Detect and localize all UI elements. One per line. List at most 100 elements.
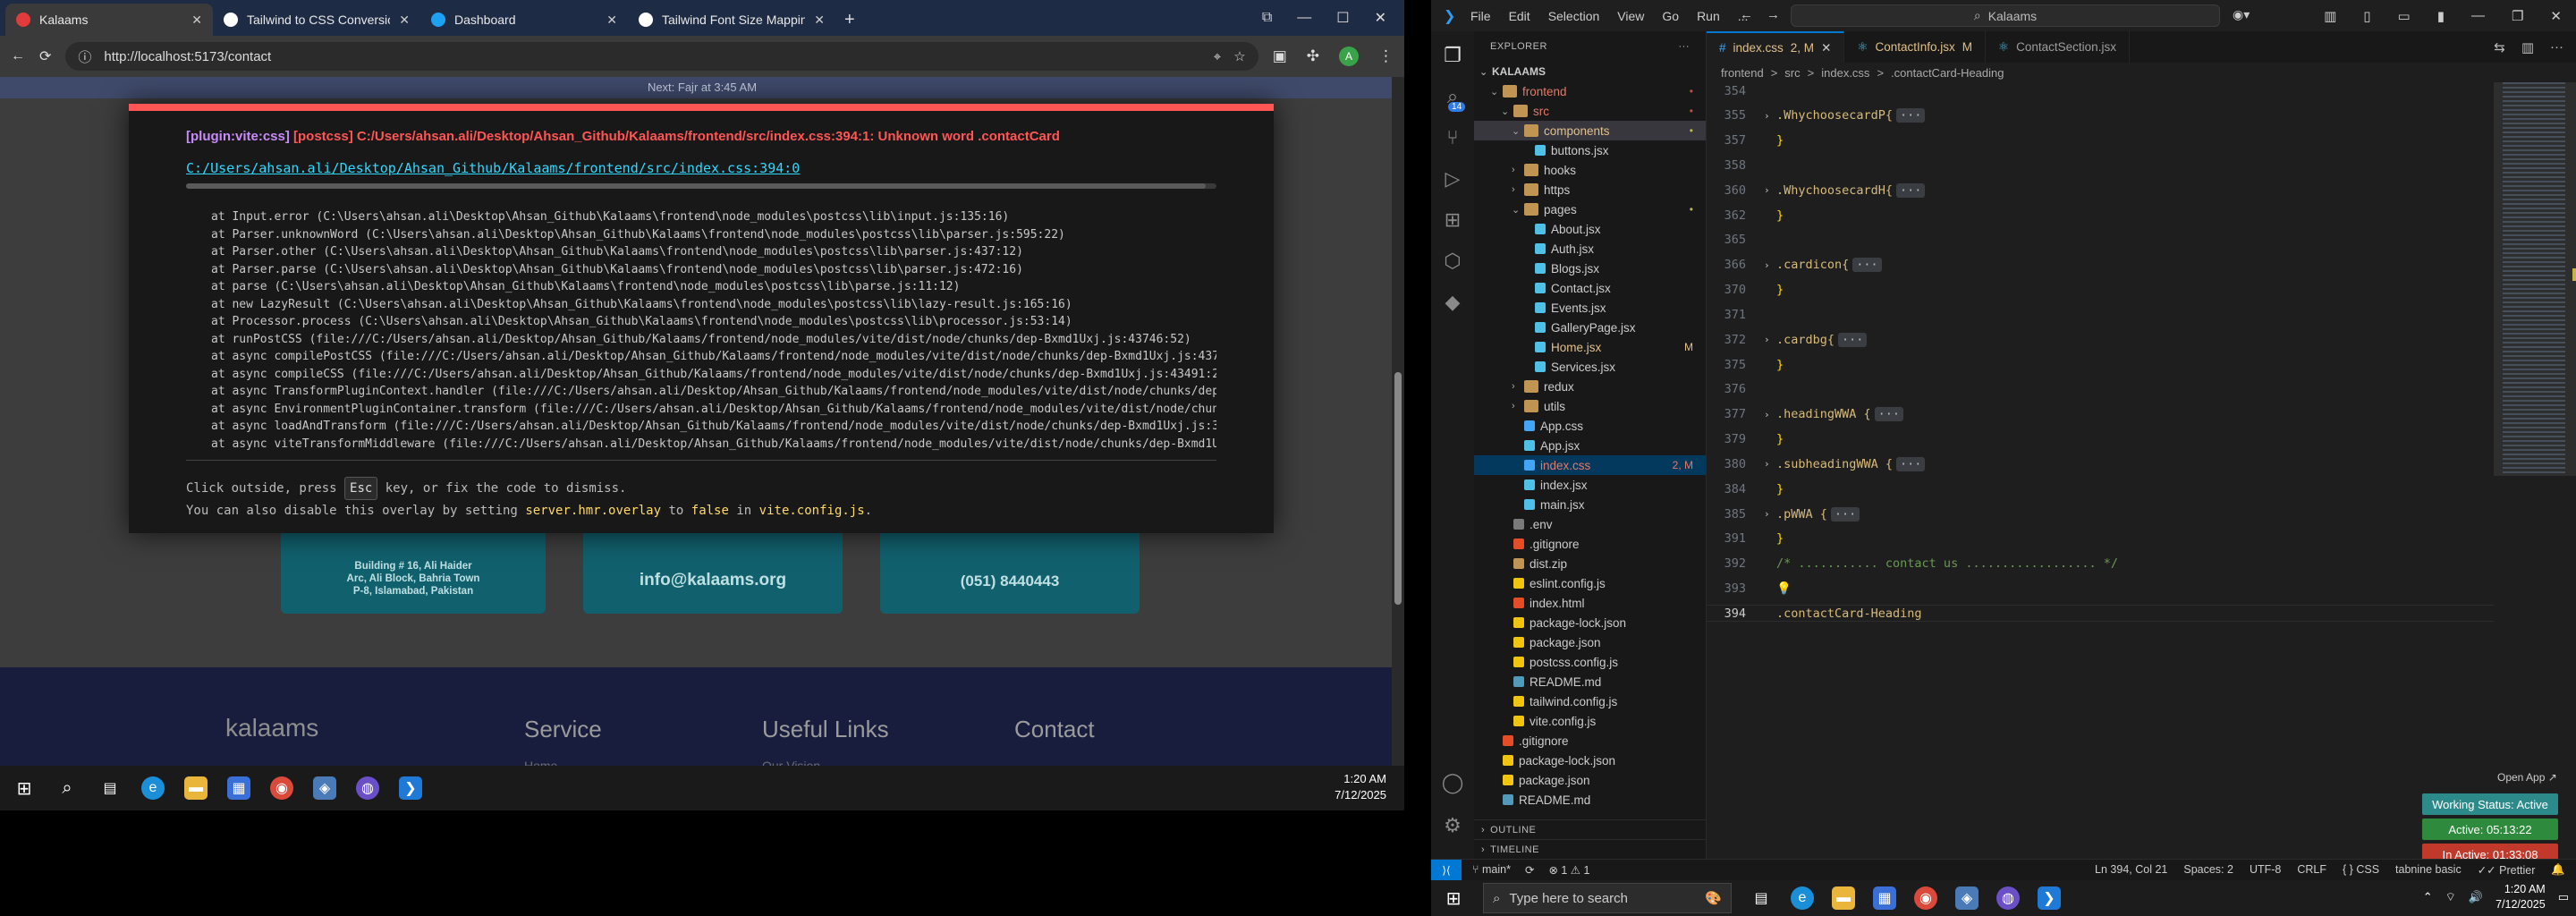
taskbar-clock[interactable]: 1:20 AM 7/12/2025 [2496, 882, 2546, 912]
minimize-icon[interactable]: — [2471, 8, 2485, 23]
tree-file[interactable]: README.md [1474, 672, 1706, 691]
code-line[interactable]: 357} [1707, 132, 2494, 149]
extensions-icon[interactable]: ⊞ [1445, 208, 1461, 232]
code-line[interactable]: 371 [1707, 306, 2494, 323]
tree-folder[interactable]: ⌄ src • [1474, 101, 1706, 121]
menu-item[interactable]: Go [1662, 9, 1679, 23]
working-status-badge[interactable]: Working Status: Active [2422, 793, 2558, 815]
copilot-icon[interactable]: ◉▾ [2233, 7, 2250, 22]
browser-tab[interactable]: Dashboard ✕ [420, 4, 628, 36]
code-line[interactable]: 377 › .headingWWA {··· [1707, 406, 2494, 423]
tree-file[interactable]: Blogs.jsx [1474, 259, 1706, 278]
more-actions-icon[interactable]: ··· [2550, 39, 2563, 55]
tree-file[interactable]: README.md [1474, 790, 1706, 810]
code-line[interactable]: 384} [1707, 480, 2494, 497]
chrome-icon[interactable]: ◉ [1914, 886, 1937, 910]
code-line[interactable]: 365 [1707, 232, 2494, 249]
extension-icon[interactable]: ▣ [1273, 47, 1287, 65]
taskbar-clock[interactable]: 1:20 AM 7/12/2025 [1335, 771, 1386, 803]
remote-indicator-icon[interactable]: ⟩⟨ [1431, 859, 1462, 880]
toggle-panel-icon[interactable]: ▭ [2398, 8, 2411, 24]
windows-start-icon[interactable]: ⊞ [13, 776, 36, 800]
code-line[interactable]: 372 › .cardbg{··· [1707, 331, 2494, 348]
extensions-puzzle-icon[interactable]: ✣ [1307, 47, 1319, 65]
tree-folder[interactable]: › https [1474, 180, 1706, 199]
timeline-section[interactable]: › TIMELINE [1474, 839, 1707, 859]
tree-file[interactable]: dist.zip [1474, 554, 1706, 573]
tree-file[interactable]: package.json [1474, 632, 1706, 652]
page-scrollbar[interactable] [1392, 77, 1404, 787]
sync-icon[interactable]: ⟳ [1525, 863, 1534, 877]
browser-tab[interactable]: Tailwind Font Size Mapping ✕ [628, 4, 835, 36]
editor-tab[interactable]: ⚛ ContactSection.jsx [1986, 31, 2130, 63]
minimize-icon[interactable]: — [1297, 10, 1311, 26]
folded-ellipsis[interactable]: ··· [1896, 456, 1926, 471]
code-line[interactable]: 370} [1707, 282, 2494, 299]
refresh-icon[interactable]: ⟳ [39, 47, 51, 65]
breadcrumb-item[interactable]: .contactCard-Heading [1891, 66, 2004, 80]
toggle-sidebar-icon[interactable]: ▯ [2363, 8, 2370, 24]
tab-actions-icon[interactable]: ⧉ [1262, 10, 1272, 26]
tree-file[interactable]: Contact.jsx [1474, 278, 1706, 298]
taskbar-search[interactable]: ⌕ Type here to search 🎨 [1483, 883, 1732, 913]
tree-file[interactable]: eslint.config.js [1474, 573, 1706, 593]
store-icon[interactable]: ▦ [227, 776, 250, 800]
maximize-icon[interactable]: ☐ [1336, 9, 1349, 27]
store-icon[interactable]: ▦ [1873, 886, 1896, 910]
code-line[interactable]: 366 › .cardicon{··· [1707, 257, 2494, 274]
tree-file[interactable]: .env [1474, 514, 1706, 534]
tree-file[interactable]: App.jsx [1474, 436, 1706, 455]
task-view-icon[interactable]: ▤ [98, 776, 122, 800]
close-tab-icon[interactable]: ✕ [1821, 41, 1831, 55]
horizontal-scrollbar[interactable] [186, 183, 1216, 189]
code-line[interactable]: 355 › .WhychoosecardP{··· [1707, 107, 2494, 124]
tree-folder[interactable]: ⌄ pages • [1474, 199, 1706, 219]
back-icon[interactable]: ← [11, 48, 25, 64]
run-debug-icon[interactable]: ▷ [1445, 167, 1461, 191]
end-of-line[interactable]: CRLF [2297, 863, 2326, 877]
encoding[interactable]: UTF-8 [2250, 863, 2281, 877]
tabnine-icon[interactable]: ◆ [1445, 291, 1461, 314]
edge-icon[interactable]: e [1791, 886, 1814, 910]
tree-file[interactable]: index.html [1474, 593, 1706, 613]
more-actions-icon[interactable]: ··· [1679, 41, 1690, 52]
new-tab-button[interactable]: + [835, 4, 864, 36]
close-tab-icon[interactable]: ✕ [814, 13, 825, 28]
tree-file[interactable]: App.css [1474, 416, 1706, 436]
command-center-search[interactable]: ⌕ Kalaams [1791, 4, 2220, 27]
account-icon[interactable]: ◯ [1442, 771, 1464, 794]
tree-file[interactable]: buttons.jsx [1474, 140, 1706, 160]
code-line[interactable]: 358 [1707, 157, 2494, 174]
code-line[interactable]: 380 › .subheadingWWA {··· [1707, 455, 2494, 472]
folded-ellipsis[interactable]: ··· [1896, 108, 1926, 123]
vite-error-overlay[interactable]: [plugin:vite:css] [postcss] C:/Users/ahs… [129, 104, 1274, 533]
fold-chevron-icon[interactable]: › [1764, 409, 1776, 420]
menu-item[interactable]: File [1470, 9, 1491, 23]
menu-item[interactable]: View [1617, 9, 1644, 23]
location-icon[interactable]: ⌖ [1214, 49, 1221, 64]
windows-start-icon[interactable]: ⊞ [1442, 886, 1465, 910]
tree-file[interactable]: postcss.config.js [1474, 652, 1706, 672]
code-line[interactable]: 376 [1707, 381, 2494, 398]
tree-file[interactable]: package-lock.json [1474, 751, 1706, 770]
code-line[interactable]: 360 › .WhychoosecardH{··· [1707, 182, 2494, 199]
tree-file[interactable]: package-lock.json [1474, 613, 1706, 632]
split-editor-icon[interactable]: ▥ [2521, 39, 2534, 55]
tree-file[interactable]: package.json [1474, 770, 1706, 790]
open-app-link[interactable]: Open App ↗ [2497, 771, 2557, 784]
nav-forward-icon[interactable]: → [1767, 7, 1780, 22]
breadcrumb-item[interactable]: index.css [1821, 66, 1869, 80]
explorer-icon[interactable]: ❐ [1444, 44, 1462, 67]
fold-chevron-icon[interactable]: › [1764, 458, 1776, 470]
close-window-icon[interactable]: ✕ [2550, 8, 2562, 24]
address-bar[interactable]: ⓘ http://localhost:5173/contact ⌖ ☆ [65, 42, 1258, 71]
tree-folder[interactable]: ⌄ components • [1474, 121, 1706, 140]
tree-file[interactable]: Auth.jsx [1474, 239, 1706, 259]
file-explorer-icon[interactable]: ▬ [184, 776, 208, 800]
search-icon[interactable]: ⌕ [55, 776, 79, 800]
menu-item[interactable]: Run [1697, 9, 1720, 23]
vscode-icon[interactable]: ❯ [399, 776, 422, 800]
fold-chevron-icon[interactable]: › [1764, 184, 1776, 196]
tabnine-status[interactable]: tabnine basic [2395, 863, 2462, 877]
code-line[interactable]: 392 /* ........... contact us ...........… [1707, 556, 2494, 572]
